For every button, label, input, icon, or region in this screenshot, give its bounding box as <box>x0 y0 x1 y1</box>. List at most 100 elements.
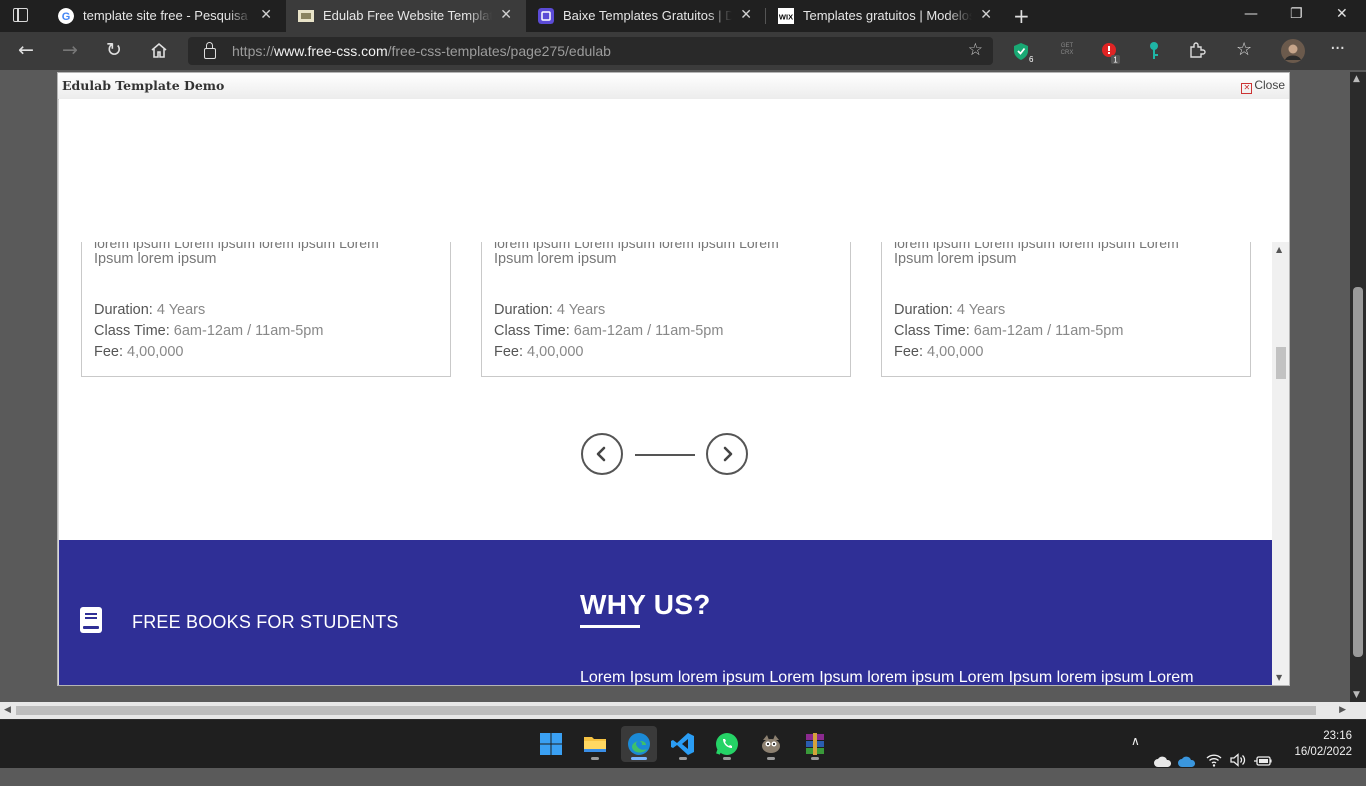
lock-icon[interactable] <box>204 42 216 59</box>
scrollbar-thumb[interactable] <box>1276 347 1286 379</box>
windows-icon <box>540 733 562 755</box>
address-bar[interactable]: https://www.free-css.com/free-css-templa… <box>188 37 993 65</box>
course-fee: Fee: 4,00,000 <box>494 344 584 360</box>
wix-icon: WIX <box>778 8 794 24</box>
site-favicon-icon <box>538 8 554 24</box>
minimize-icon[interactable]: — <box>1244 6 1258 22</box>
course-fee: Fee: 4,00,000 <box>94 344 184 360</box>
tray-overflow-icon[interactable]: ∧ <box>1131 734 1140 782</box>
battery-icon[interactable] <box>1254 737 1272 785</box>
book-icon <box>80 607 102 633</box>
close-icon: ✕ <box>1241 83 1253 94</box>
onedrive-personal-icon[interactable] <box>1154 738 1172 786</box>
tab-title: Templates gratuitos | Modelos de sites <box>803 8 972 23</box>
window-close-icon[interactable]: ✕ <box>1336 6 1348 22</box>
tab-google-search[interactable]: G template site free - Pesquisa Google ✕ <box>46 0 286 32</box>
back-icon[interactable]: ← <box>18 40 34 60</box>
close-tab-icon[interactable]: ✕ <box>980 7 992 23</box>
scrollbar-thumb[interactable] <box>16 706 1316 715</box>
tab-wix-templates[interactable]: WIX Templates gratuitos | Modelos de sit… <box>766 0 1006 32</box>
home-icon[interactable] <box>150 42 168 59</box>
svg-text:WIX: WIX <box>779 13 793 22</box>
vscode-icon <box>671 733 694 755</box>
volume-icon[interactable] <box>1230 736 1246 784</box>
running-indicator <box>723 757 731 760</box>
favorites-icon[interactable]: ☆ <box>1236 39 1252 60</box>
settings-more-icon[interactable]: ··· <box>1330 38 1345 59</box>
start-button[interactable] <box>533 726 569 762</box>
course-class-time: Class Time: 6am-12am / 11am-5pm <box>94 323 324 339</box>
scroll-up-arrow[interactable]: ▲ <box>1276 245 1282 254</box>
get-crx-extension[interactable]: GET CRX <box>1058 43 1076 57</box>
horizontal-scrollbar[interactable]: ◀ ▶ <box>0 702 1350 719</box>
tab-edulab[interactable]: Edulab Free Website Template | Free-CSS.… <box>286 0 526 32</box>
course-duration: Duration: 4 Years <box>94 302 206 318</box>
close-tab-icon[interactable]: ✕ <box>500 7 512 23</box>
course-card: lorem ipsum Lorem ipsum lorem ipsum Lore… <box>881 242 1251 377</box>
close-tab-icon[interactable]: ✕ <box>260 7 272 23</box>
gimp-app[interactable] <box>753 726 789 762</box>
modal-close-button[interactable]: ✕ Close <box>1241 78 1285 94</box>
carousel-prev-button[interactable] <box>581 433 623 475</box>
add-favorite-icon[interactable]: ☆ <box>968 40 983 60</box>
scrollbar-thumb[interactable] <box>1353 287 1363 657</box>
frame-scrollbar[interactable]: ▲ ▼ <box>1272 242 1289 685</box>
file-explorer-app[interactable] <box>577 726 613 762</box>
tab-bar: G template site free - Pesquisa Google ✕… <box>0 0 1366 32</box>
active-indicator <box>631 757 647 760</box>
taskbar: ∧ 23:16 16/02/2022 <box>0 719 1366 768</box>
alert-extension-icon[interactable]: 1 <box>1100 41 1124 65</box>
course-description: Ipsum lorem ipsum <box>494 251 617 267</box>
scroll-left-arrow[interactable]: ◀ <box>4 705 11 715</box>
system-clock[interactable]: 23:16 16/02/2022 <box>1294 728 1352 760</box>
forward-icon[interactable]: → <box>62 40 78 60</box>
extensions-puzzle-icon[interactable] <box>1188 41 1206 59</box>
tab-title: Baixe Templates Gratuitos | Download <box>563 8 732 23</box>
section-text: Lorem Ipsum lorem ipsum Lorem Ipsum lore… <box>580 669 1194 685</box>
folder-icon <box>584 737 606 752</box>
refresh-icon[interactable]: ↻ <box>106 40 122 60</box>
svg-text:G: G <box>62 11 71 23</box>
heading-underline <box>580 625 640 628</box>
carousel-divider <box>635 454 695 456</box>
profile-avatar[interactable] <box>1281 39 1305 63</box>
tab-title: Edulab Free Website Template | Free-CSS.… <box>323 8 492 23</box>
wifi-icon[interactable] <box>1206 736 1222 784</box>
shield-extension-icon[interactable]: 6 <box>1012 41 1034 63</box>
running-indicator <box>591 757 599 760</box>
key-extension-icon[interactable] <box>1146 41 1162 61</box>
page-scrollbar[interactable]: ▲ ▼ <box>1350 72 1366 702</box>
running-indicator <box>679 757 687 760</box>
whatsapp-icon <box>716 733 738 755</box>
extension-badge: 6 <box>1029 55 1034 63</box>
edge-icon <box>628 733 650 755</box>
scrollbar-corner <box>1350 702 1366 719</box>
carousel-next-button[interactable] <box>706 433 748 475</box>
whatsapp-app[interactable] <box>709 726 745 762</box>
scroll-down-arrow[interactable]: ▼ <box>1353 690 1360 700</box>
course-card: lorem ipsum Lorem ipsum lorem ipsum Lore… <box>481 242 851 377</box>
url-text[interactable]: https://www.free-css.com/free-css-templa… <box>232 43 611 59</box>
extension-badge: 1 <box>1113 56 1118 65</box>
feature-label: FREE BOOKS FOR STUDENTS <box>132 612 399 632</box>
close-label: Close <box>1254 78 1285 92</box>
chevron-right-icon <box>723 446 733 462</box>
workspaces-icon[interactable] <box>13 8 28 22</box>
vscode-app[interactable] <box>665 726 701 762</box>
clock-date: 16/02/2022 <box>1294 746 1352 758</box>
tab-baixe-templates[interactable]: Baixe Templates Gratuitos | Download ✕ <box>526 0 766 32</box>
scroll-right-arrow[interactable]: ▶ <box>1339 705 1346 715</box>
edge-app[interactable] <box>621 726 657 762</box>
restore-icon[interactable]: ❐ <box>1290 6 1303 22</box>
gimp-icon <box>762 735 780 753</box>
close-tab-icon[interactable]: ✕ <box>740 7 752 23</box>
tab-title: template site free - Pesquisa Google <box>83 8 252 23</box>
scroll-down-arrow[interactable]: ▼ <box>1276 673 1282 682</box>
course-fee: Fee: 4,00,000 <box>894 344 984 360</box>
winrar-app[interactable] <box>797 726 833 762</box>
demo-frame: ▲ ▼ lorem ipsum Lorem ipsum lorem ipsum … <box>59 99 1289 685</box>
scroll-up-arrow[interactable]: ▲ <box>1353 74 1360 84</box>
onedrive-business-icon[interactable] <box>1178 738 1196 786</box>
new-tab-icon[interactable]: + <box>1013 4 1030 28</box>
modal-header: Edulab Template Demo ✕ Close <box>58 73 1289 100</box>
